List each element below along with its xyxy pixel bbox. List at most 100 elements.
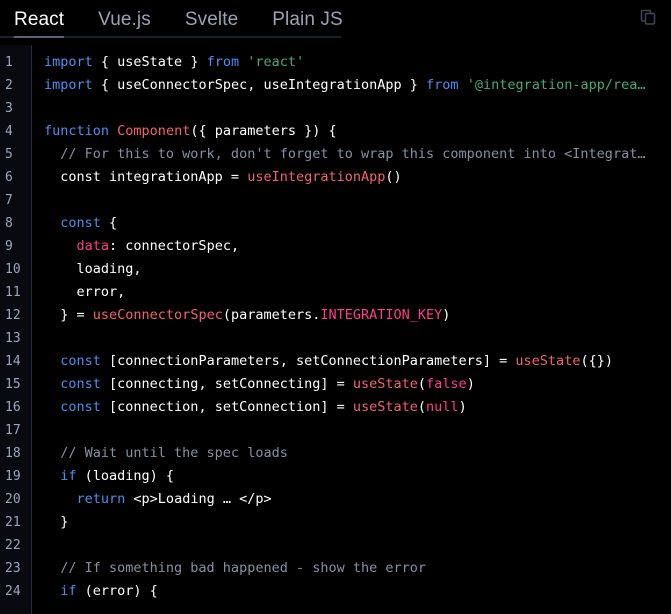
constant-token: INTEGRATION_KEY bbox=[320, 307, 443, 323]
line-number: 14 bbox=[5, 354, 21, 369]
tab-plain-js[interactable]: Plain JS bbox=[272, 0, 343, 38]
line-number: 3 bbox=[5, 101, 13, 116]
line-number: 23 bbox=[5, 561, 21, 576]
line-number: 15 bbox=[5, 377, 21, 392]
code-line: data: connectorSpec, bbox=[44, 235, 671, 258]
code-line: // If something bad happened - show the … bbox=[44, 557, 671, 580]
keyword-token: from bbox=[426, 77, 459, 93]
code-line: import { useState } from 'react' bbox=[44, 51, 671, 74]
plain-token: : connectorSpec, bbox=[109, 238, 240, 254]
tab-vue-js[interactable]: Vue.js bbox=[98, 0, 168, 38]
string-token: 'react' bbox=[247, 54, 305, 70]
code-line: const { bbox=[44, 212, 671, 235]
plain-token: } = bbox=[44, 307, 93, 323]
line-number: 18 bbox=[5, 446, 21, 461]
code-line: // Wait until the spec loads bbox=[44, 442, 671, 465]
code-content[interactable]: import { useState } from 'react' import {… bbox=[32, 45, 671, 614]
plain-token: } bbox=[44, 514, 69, 530]
code-line: const [connectionParameters, setConnecti… bbox=[44, 350, 671, 373]
line-number: 4 bbox=[5, 124, 13, 139]
tab-svelte[interactable]: Svelte bbox=[185, 0, 255, 38]
line-number: 13 bbox=[5, 331, 21, 346]
plain-token: ( bbox=[417, 399, 427, 415]
keyword-token: import bbox=[44, 77, 93, 93]
code-line: if (loading) { bbox=[44, 465, 671, 488]
line-number: 5 bbox=[5, 147, 13, 162]
keyword-token: import bbox=[44, 54, 93, 70]
tab-react[interactable]: React bbox=[14, 0, 81, 38]
copy-icon bbox=[639, 8, 657, 26]
comment-token: // Wait until the spec loads bbox=[44, 445, 288, 461]
plain-token: { useState } bbox=[92, 54, 207, 70]
copy-code-button[interactable] bbox=[635, 4, 661, 30]
code-line: // For this to work, don't forget to wra… bbox=[44, 143, 671, 166]
line-number: 16 bbox=[5, 400, 21, 415]
constant-token: false bbox=[426, 376, 467, 392]
code-area: 1 2 3 4 5 6 7 8 9 10 11 12 13 14 15 16 17 18 19 20 21 22 23 24 … bbox=[0, 45, 671, 614]
keyword-token: from bbox=[206, 54, 240, 70]
keyword-token: if bbox=[60, 583, 77, 599]
code-line: error, bbox=[44, 281, 671, 304]
line-number: 22 bbox=[5, 538, 21, 553]
plain-token: (loading) { bbox=[76, 468, 175, 484]
code-line: const integrationApp = useIntegrationApp… bbox=[44, 166, 671, 189]
code-line: const [connection, setConnection] = useS… bbox=[44, 396, 671, 419]
code-line: if (error) { bbox=[44, 580, 671, 603]
line-number: 2 bbox=[5, 78, 13, 93]
code-line: return <p>Loading … </p> bbox=[44, 488, 671, 511]
line-number: 10 bbox=[5, 262, 21, 277]
keyword-token: const bbox=[60, 376, 101, 392]
code-snippet-widget: React Vue.js Svelte Plain JS 1 2 3 4 5 6 7 8 9 10 11 1… bbox=[0, 0, 671, 614]
line-number: 8 bbox=[5, 216, 13, 231]
tab-list: React Vue.js Svelte Plain JS bbox=[0, 0, 343, 38]
plain-token: ({ parameters }) { bbox=[190, 123, 337, 139]
plain-token: { useConnectorSpec, useIntegrationApp } bbox=[92, 77, 427, 93]
function-token: useIntegrationApp bbox=[247, 169, 386, 185]
plain-token: <p>Loading … </p> bbox=[125, 491, 272, 507]
line-number: 1 bbox=[5, 55, 13, 70]
function-token: useState bbox=[352, 399, 418, 415]
code-line: loading, bbox=[44, 258, 671, 281]
line-number: 6 bbox=[5, 170, 13, 185]
plain-token: [connecting, setConnecting] = bbox=[100, 376, 353, 392]
plain-token: ) bbox=[458, 399, 467, 415]
line-number: 12 bbox=[5, 308, 21, 323]
line-number: 7 bbox=[5, 193, 13, 208]
plain-token: [connectionParameters, setConnectionPara… bbox=[100, 353, 516, 369]
framework-tabbar: React Vue.js Svelte Plain JS bbox=[0, 0, 671, 45]
keyword-token: if bbox=[60, 468, 77, 484]
function-token: useState bbox=[352, 376, 418, 392]
constant-token: data bbox=[76, 238, 110, 254]
comment-token: // If something bad happened - show the … bbox=[44, 560, 427, 576]
comment-token: // For this to work, don't forget to wra… bbox=[44, 146, 646, 162]
line-number: 19 bbox=[5, 469, 21, 484]
plain-token: loading, bbox=[44, 261, 142, 277]
plain-token: () bbox=[385, 169, 402, 185]
keyword-token: const bbox=[60, 353, 101, 369]
code-line: } bbox=[44, 511, 671, 534]
line-number: 24 bbox=[5, 584, 21, 599]
function-token: useState bbox=[515, 353, 581, 369]
plain-token: [connection, setConnection] = bbox=[100, 399, 353, 415]
plain-token: ( bbox=[417, 376, 427, 392]
active-tab-indicator bbox=[14, 36, 65, 38]
line-number: 17 bbox=[5, 423, 21, 438]
plain-token: ({}) bbox=[580, 353, 613, 369]
plain-token: (parameters. bbox=[222, 307, 321, 323]
plain-token: (error) { bbox=[76, 583, 158, 599]
plain-token: const integrationApp = bbox=[44, 169, 248, 185]
